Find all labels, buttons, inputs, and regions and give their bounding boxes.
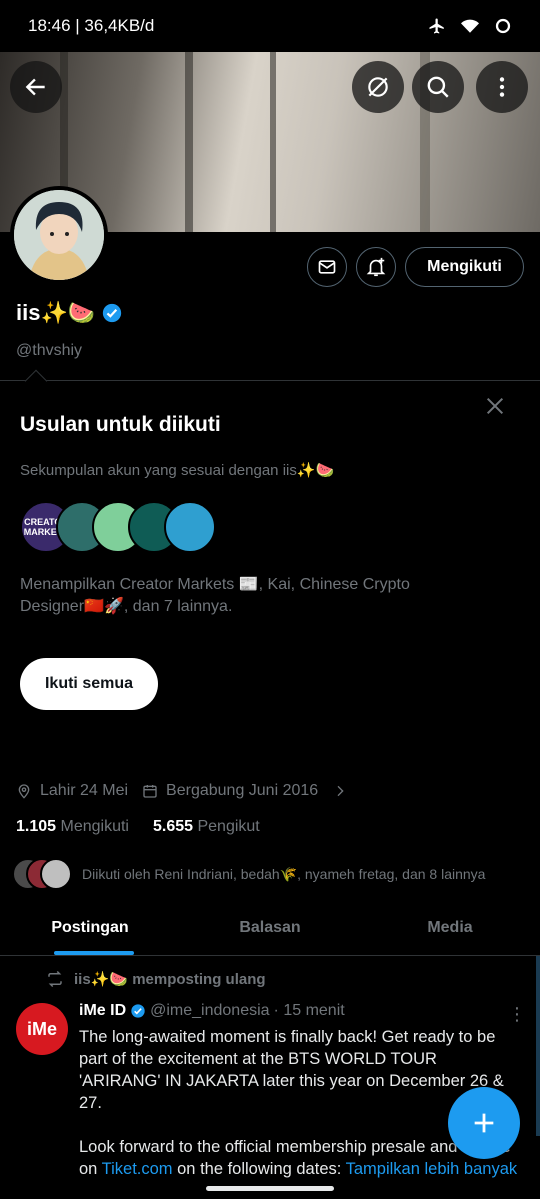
arrow-left-icon [25, 78, 45, 96]
suggestions-description: Menampilkan Creator Markets 📰, Kai, Chin… [20, 576, 410, 615]
repost-icon [48, 970, 62, 988]
airplane-icon [429, 18, 444, 34]
post-author-avatar[interactable]: iMe [16, 1003, 68, 1055]
followed-by-avatars [12, 858, 72, 890]
post-link[interactable]: Tiket.com [102, 1160, 173, 1178]
profile-tabs: Postingan Balasan Media [0, 900, 540, 956]
repost-indicator: iis✨🍉 memposting ulang [46, 970, 266, 988]
repost-label: iis✨🍉 memposting ulang [74, 971, 266, 988]
battery-icon [495, 18, 511, 34]
status-time: 18:46 | 36,4KB/d [28, 16, 155, 35]
post-paragraph: The long-awaited moment is finally back!… [79, 1028, 504, 1112]
close-icon[interactable] [484, 395, 506, 417]
more-vertical-icon [499, 77, 505, 97]
profile-meta: Lahir 24 Mei Bergabung Juni 2016 [16, 782, 348, 800]
search-button[interactable] [412, 61, 464, 113]
message-button[interactable] [307, 247, 347, 287]
tab-posts[interactable]: Postingan [0, 900, 180, 955]
suggested-avatars[interactable]: CREATOR MARKETS [20, 501, 220, 553]
more-options-button[interactable] [476, 61, 528, 113]
bell-plus-icon [366, 257, 386, 277]
followed-by-text: Diikuti oleh Reni Indriani, bedah🌾, nyam… [82, 865, 486, 882]
home-indicator[interactable] [206, 1186, 334, 1191]
mail-icon [318, 260, 336, 274]
tab-replies[interactable]: Balasan [180, 900, 360, 955]
wifi-icon [461, 19, 479, 33]
scroll-indicator [536, 956, 540, 1136]
joined-text: Bergabung Juni 2016 [166, 782, 319, 799]
banner-shadow [185, 52, 193, 232]
suggestions-title: Usulan untuk diikuti [20, 413, 221, 436]
verified-badge-icon [103, 303, 122, 323]
search-icon [427, 76, 449, 98]
grok-button[interactable] [352, 61, 404, 113]
profile-handle: @thvshiy [16, 342, 83, 359]
birthday-text: Lahir 24 Mei [40, 782, 129, 799]
follow-all-button[interactable]: Ikuti semua [20, 658, 158, 710]
compose-post-button[interactable] [448, 1087, 520, 1159]
post-more-icon[interactable]: ⋮ [508, 1004, 526, 1025]
location-pin-icon [18, 784, 30, 799]
verified-badge-icon [131, 1004, 145, 1018]
follow-counts: 1.105 Mengikuti 5.655 Pengikut [16, 818, 260, 836]
followers-count[interactable]: 5.655 Pengikut [153, 818, 260, 836]
following-button[interactable]: Mengikuti [405, 247, 524, 287]
tab-media[interactable]: Media [360, 900, 540, 955]
grok-icon [368, 77, 388, 97]
follow-suggestions-card: Usulan untuk diikuti Sekumpulan akun yan… [0, 369, 540, 750]
profile-name: iis✨🍉 [16, 300, 96, 325]
post-time: · 15 menit [273, 1002, 345, 1019]
card-pointer [24, 369, 48, 393]
following-count[interactable]: 1.105 Mengikuti [16, 818, 129, 836]
notification-button[interactable] [356, 247, 396, 287]
banner-shadow [270, 52, 276, 232]
show-more-link[interactable]: Tampilkan lebih banyak [346, 1160, 518, 1178]
status-bar: 18:46 | 36,4KB/d [0, 0, 540, 52]
back-button[interactable] [10, 61, 62, 113]
avatar-suggested [164, 501, 216, 553]
followed-by-row[interactable]: Diikuti oleh Reni Indriani, bedah🌾, nyam… [12, 858, 485, 890]
post-header: iMe ID @ime_indonesia · 15 menit [79, 1002, 345, 1020]
chevron-right-icon[interactable] [332, 783, 348, 799]
suggestions-subtitle: Sekumpulan akun yang sesuai dengan iis✨🍉 [20, 462, 335, 479]
calendar-icon [143, 785, 157, 798]
profile-name-row: iis✨🍉 [16, 300, 123, 326]
post-author-handle: @ime_indonesia [150, 1002, 270, 1019]
avatar [40, 858, 72, 890]
post-author-name[interactable]: iMe ID [79, 1002, 126, 1020]
plus-icon [474, 1113, 494, 1133]
profile-avatar[interactable] [10, 186, 108, 284]
anime-avatar-image [14, 190, 104, 280]
